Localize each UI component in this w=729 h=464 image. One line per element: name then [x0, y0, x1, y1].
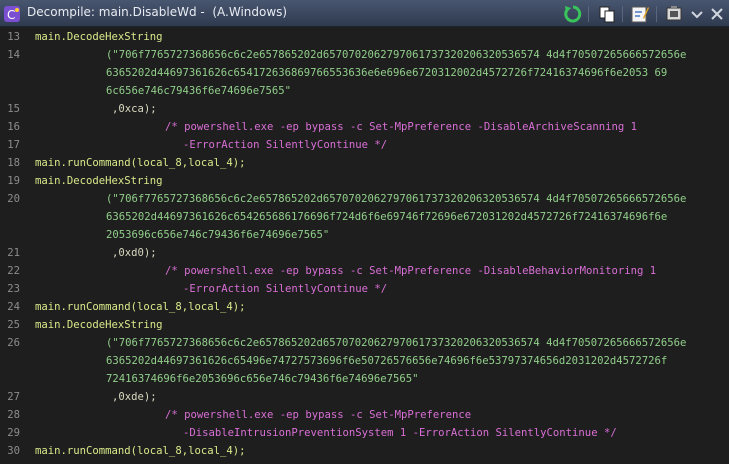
line-number: 16 — [7, 121, 20, 133]
line-number: 15 — [7, 103, 20, 115]
code-text: main.runCommand(local_8,local_4); — [35, 301, 246, 313]
toolbar-separator — [622, 6, 623, 22]
code-text: main.runCommand(local_8,local_4); — [35, 445, 246, 457]
window-title: Decompile: main.DisableWd - (A.Windows) — [27, 5, 288, 19]
code-line: 25 main.DecodeHexString — [0, 316, 729, 334]
code-comment: /* powershell.exe -ep bypass -c Set-MpPr… — [165, 265, 657, 277]
code-text: main.runCommand(local_8,local_4); — [35, 157, 246, 169]
code-comment: /* powershell.exe -ep bypass -c Set-MpPr… — [165, 409, 472, 421]
code-line: 30 main.runCommand(local_8,local_4); — [0, 442, 729, 460]
code-string: 6365202d44697361626c654265686176696f724d… — [106, 211, 668, 223]
code-string: ("706f7765727368656c6c2e657865202d657070… — [106, 49, 687, 61]
line-number: 17 — [7, 139, 20, 151]
code-line: 19 main.DecodeHexString — [0, 172, 729, 190]
code-line: 27 ,0xde); — [0, 388, 729, 406]
line-number: 22 — [7, 265, 20, 277]
edit-icon — [631, 6, 649, 23]
code-line: 6c656e746c79436f6e74696e7565" — [0, 82, 729, 100]
line-number: 30 — [7, 445, 20, 457]
line-number: 26 — [7, 337, 20, 349]
code-line: 6365202d44697361626c654265686176696f724d… — [0, 208, 729, 226]
chevron-down-icon — [691, 11, 703, 19]
code-string: 72416374696f6e2053696c656e746c79436f6e74… — [106, 373, 419, 385]
code-line: 23 -ErrorAction SilentlyContinue */ — [0, 280, 729, 298]
line-number: 29 — [7, 427, 20, 439]
code-line: 6365202d44697361626c65496e74727573696f6e… — [0, 352, 729, 370]
line-number: 14 — [7, 49, 20, 61]
line-number: 27 — [7, 391, 20, 403]
code-comment: -ErrorAction SilentlyContinue */ — [183, 139, 388, 151]
close-button[interactable] — [707, 4, 727, 24]
code-text: ,0xd0); — [112, 247, 157, 259]
menu-dropdown-button[interactable] — [687, 4, 707, 24]
refresh-icon — [564, 5, 582, 23]
edit-button[interactable] — [630, 4, 650, 24]
line-number: 23 — [7, 283, 20, 295]
code-line: 22 /* powershell.exe -ep bypass -c Set-Mp… — [0, 262, 729, 280]
snapshot-icon — [666, 6, 682, 21]
code-string: ("706f7765727368656c6c2e657865202d657070… — [106, 193, 687, 205]
refresh-button[interactable] — [563, 4, 583, 24]
code-line: 2053696c656e746c79436f6e74696e7565" — [0, 226, 729, 244]
line-number: 20 — [7, 193, 20, 205]
code-line: 13 main.DecodeHexString — [0, 28, 729, 46]
line-number: 13 — [7, 31, 20, 43]
close-icon — [711, 8, 723, 20]
line-number: 24 — [7, 301, 20, 313]
code-text: main.DecodeHexString — [35, 175, 163, 187]
code-string: 6365202d44697361626c65417263686976655363… — [106, 67, 668, 79]
code-line: 21 ,0xd0); — [0, 244, 729, 262]
line-number: 18 — [7, 157, 20, 169]
decompiled-code-view[interactable]: 13 main.DecodeHexString 14 ("706f7765727368… — [0, 28, 729, 464]
code-text: main.DecodeHexString — [35, 31, 163, 43]
code-line: 26 ("706f7765727368656c6c2e657865202d6570… — [0, 334, 729, 352]
code-line: 18 main.runCommand(local_8,local_4); — [0, 154, 729, 172]
line-number: 25 — [7, 319, 20, 331]
code-comment: -ErrorAction SilentlyContinue */ — [183, 283, 388, 295]
code-string: ("706f7765727368656c6c2e657865202d657070… — [106, 337, 687, 349]
copy-icon — [599, 6, 615, 23]
code-line: 29 -DisableIntrusionPreventionSystem 1 -E… — [0, 424, 729, 442]
toolbar-separator — [588, 6, 589, 22]
decompile-icon: C — [4, 6, 20, 22]
code-string: 6365202d44697361626c65496e74727573696f6e… — [106, 355, 668, 367]
code-line: 72416374696f6e2053696c656e746c79436f6e74… — [0, 370, 729, 388]
code-string: 2053696c656e746c79436f6e74696e7565" — [106, 229, 330, 241]
code-line: 6365202d44697361626c65417263686976655363… — [0, 64, 729, 82]
code-comment: -DisableIntrusionPreventionSystem 1 -Err… — [183, 427, 617, 439]
code-line: 14 ("706f7765727368656c6c2e657865202d6570… — [0, 46, 729, 64]
code-line: 28 /* powershell.exe -ep bypass -c Set-Mp… — [0, 406, 729, 424]
line-number: 28 — [7, 409, 20, 421]
code-line: 15 ,0xca); — [0, 100, 729, 118]
snapshot-button[interactable] — [664, 4, 684, 24]
svg-text:C: C — [7, 8, 15, 22]
code-text: ,0xca); — [112, 103, 157, 115]
code-text: ,0xde); — [112, 391, 157, 403]
decompile-window: C Decompile: main.DisableWd - (A.Windows… — [0, 0, 729, 464]
code-text: main.DecodeHexString — [35, 319, 163, 331]
title-bar: C Decompile: main.DisableWd - (A.Windows… — [0, 0, 729, 27]
code-comment: /* powershell.exe -ep bypass -c Set-MpPr… — [165, 121, 637, 133]
line-number: 19 — [7, 175, 20, 187]
copy-button[interactable] — [597, 4, 617, 24]
code-line: 16 /* powershell.exe -ep bypass -c Set-Mp… — [0, 118, 729, 136]
code-line: 24 main.runCommand(local_8,local_4); — [0, 298, 729, 316]
code-string: 6c656e746c79436f6e74696e7565" — [106, 85, 291, 97]
code-line: 20 ("706f7765727368656c6c2e657865202d6570… — [0, 190, 729, 208]
toolbar-separator — [656, 6, 657, 22]
code-line: 17 -ErrorAction SilentlyContinue */ — [0, 136, 729, 154]
line-number: 21 — [7, 247, 20, 259]
